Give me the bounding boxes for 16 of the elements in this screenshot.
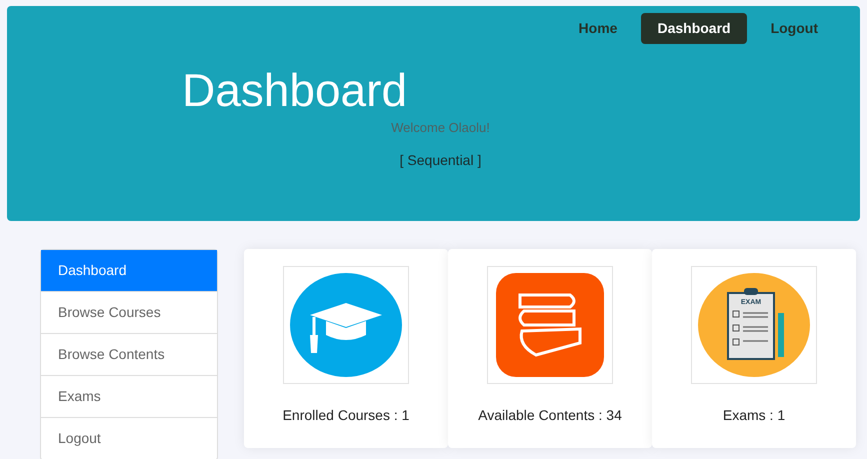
nav-link[interactable]: Home [562,13,634,44]
sidebar-item[interactable]: Browse Contents [41,334,217,376]
graduation-cap-icon [290,273,402,377]
welcome-text: Welcome Olaolu! [391,119,490,137]
sidebar-item[interactable]: Dashboard [41,250,217,292]
sidebar-item[interactable]: Logout [41,418,217,459]
nav-link[interactable]: Logout [754,13,834,44]
nav-link[interactable]: Dashboard [641,13,747,44]
sidebar-item[interactable]: Exams [41,376,217,418]
mode-text: [ Sequential ] [400,150,482,170]
page-title: Dashboard [182,63,408,118]
stat-label: Available Contents : 34 [478,406,622,425]
stat-label: Enrolled Courses : 1 [282,406,410,425]
sidebar-item[interactable]: Browse Courses [41,292,217,334]
stat-label: Exams : 1 [722,406,786,425]
books-icon [494,273,606,377]
